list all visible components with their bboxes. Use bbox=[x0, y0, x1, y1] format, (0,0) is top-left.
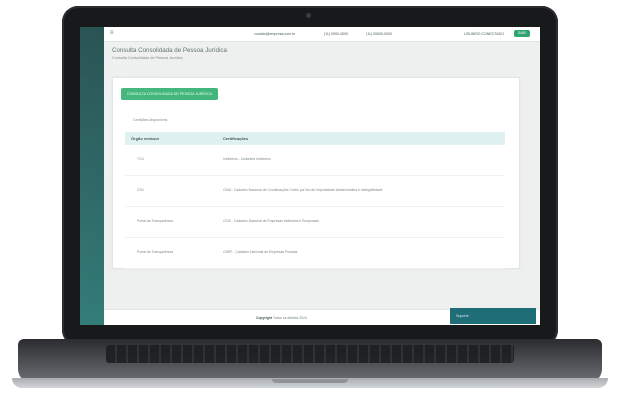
copyright-rest: Todos os direitos 2024 bbox=[272, 316, 307, 320]
consult-button[interactable]: CONSULTA CONSOLIDADA DE PESSOA JURÍDICA bbox=[121, 88, 218, 100]
cell-org: Portal da Transparência bbox=[137, 250, 173, 254]
table-row[interactable]: CNJ CNIA - Cadastro Nacional de Condenaç… bbox=[125, 176, 505, 207]
results-card: CONSULTA CONSOLIDADA DE PESSOA JURÍDICA … bbox=[112, 77, 520, 269]
user-name: USUÁRIO CONECTADO bbox=[464, 32, 505, 36]
cell-cert: Inidôneos - Licitantes Inidôneos bbox=[223, 157, 271, 161]
screen: ≡ contato@empresa.com.br (11) 0000-0000 … bbox=[80, 27, 540, 325]
top-bar: ≡ contato@empresa.com.br (11) 0000-0000 … bbox=[104, 27, 540, 42]
menu-icon[interactable]: ≡ bbox=[110, 30, 114, 36]
column-header-org: Órgão emissor bbox=[131, 136, 160, 141]
copyright-text: Copyright Todos os direitos 2024 bbox=[256, 316, 307, 320]
camera-icon bbox=[306, 13, 311, 18]
support-button[interactable]: Suporte bbox=[450, 308, 536, 324]
footer: Copyright Todos os direitos 2024 Suporte bbox=[104, 308, 540, 325]
trackpad-notch bbox=[272, 379, 348, 383]
whatsapp-contact: (11) 00000-0000 bbox=[366, 32, 393, 36]
certifications-table: Órgão emissor Certificações TCU Inidôneo… bbox=[125, 132, 505, 269]
cell-cert: CEIS - Cadastro Nacional de Empresas Ini… bbox=[223, 219, 319, 223]
table-row[interactable]: Portal da Transparência CNEP - Cadastro … bbox=[125, 238, 505, 269]
table-row[interactable]: Portal da Transparência CEIS - Cadastro … bbox=[125, 207, 505, 238]
phone-contact: (11) 0000-0000 bbox=[324, 32, 349, 36]
email-contact: contato@empresa.com.br bbox=[254, 32, 296, 36]
logout-button[interactable]: SAIR bbox=[514, 30, 530, 37]
cell-cert: CNEP - Cadastro Nacional de Empresas Pun… bbox=[223, 250, 298, 254]
cell-org: CNJ bbox=[137, 188, 144, 192]
cell-cert: CNIA - Cadastro Nacional de Condenações … bbox=[223, 188, 383, 192]
keyboard bbox=[106, 345, 514, 363]
copyright-label: Copyright bbox=[256, 316, 273, 320]
cell-org: TCU bbox=[137, 157, 144, 161]
page-title: Consulta Consolidada de Pessoa Jurídica bbox=[112, 47, 227, 54]
cell-org: Portal da Transparência bbox=[137, 219, 173, 223]
table-row[interactable]: TCU Inidôneos - Licitantes Inidôneos bbox=[125, 145, 505, 176]
status-text: Certidões disponíveis bbox=[133, 118, 168, 122]
column-header-cert: Certificações bbox=[223, 136, 249, 141]
breadcrumb: Consulta Consolidada de Pessoa Jurídica bbox=[112, 56, 183, 60]
table-header: Órgão emissor Certificações bbox=[125, 132, 505, 145]
sidebar bbox=[80, 27, 104, 325]
